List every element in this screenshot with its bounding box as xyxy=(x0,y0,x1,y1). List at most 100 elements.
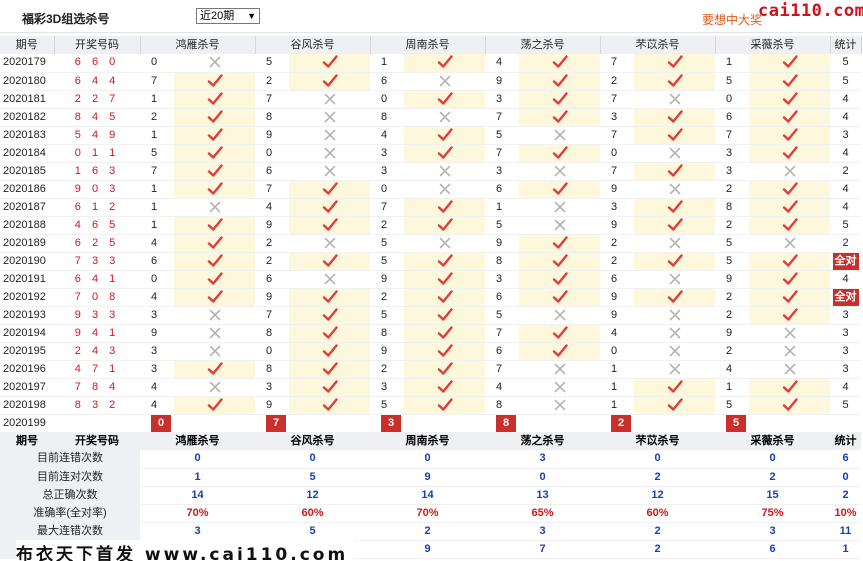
kill-hongyan-value: 1 xyxy=(140,198,174,217)
kill-zhounan-value: 8 xyxy=(370,324,404,343)
kill-gufeng-value: 9 xyxy=(255,396,289,415)
check-icon xyxy=(782,397,798,411)
kill-hongyan-result xyxy=(174,360,255,379)
table-row: 2020194 9 4 19887493 xyxy=(0,324,861,343)
check-icon xyxy=(322,289,338,303)
kill-caiwei-result xyxy=(749,270,830,289)
col-header-hongyan: 鸿雁杀号 xyxy=(140,36,256,54)
cross-icon xyxy=(324,165,336,177)
check-icon xyxy=(667,127,683,141)
check-icon xyxy=(322,199,338,213)
kill-zhounan-result xyxy=(404,234,485,253)
kill-dangzhi-value: 5 xyxy=(485,306,519,325)
kill-gufeng-result xyxy=(289,360,370,379)
kill-gufeng-value: 2 xyxy=(255,252,289,271)
kill-dangzhi-value: 3 xyxy=(485,270,519,289)
cross-icon xyxy=(669,237,681,249)
stats-fuyi-value: 60% xyxy=(600,504,715,523)
kill-dangzhi-result xyxy=(519,72,600,91)
kill-zhounan-result xyxy=(404,270,485,289)
check-icon xyxy=(437,325,453,339)
cross-icon xyxy=(439,237,451,249)
kill-fuyi-value: 9 xyxy=(600,180,634,199)
kill-caiwei-value: 9 xyxy=(715,324,749,343)
kill-caiwei-value: 6 xyxy=(715,108,749,127)
stats-zhounan-value: 2 xyxy=(370,522,485,541)
draw-numbers: 8 3 2 xyxy=(54,396,140,415)
kill-dangzhi-value: 4 xyxy=(485,54,519,73)
kill-hongyan-value: 3 xyxy=(140,360,174,379)
bottom-watermark: 布衣天下首发 www.cai110.com xyxy=(16,540,355,561)
kill-dangzhi-result xyxy=(519,378,600,397)
kill-fuyi-value: 3 xyxy=(600,108,634,127)
row-stat: 4 xyxy=(830,198,861,217)
draw-numbers: 6 4 1 xyxy=(54,270,140,289)
kill-zhounan-result xyxy=(404,144,485,163)
brand-logo[interactable]: cai110.com xyxy=(758,1,863,21)
draw-numbers: 7 8 4 xyxy=(54,378,140,397)
stats-col-caiwei: 采薇杀号 xyxy=(715,432,830,450)
check-icon xyxy=(667,289,683,303)
kill-fuyi-result xyxy=(634,90,715,109)
draw-numbers: 9 0 3 xyxy=(54,180,140,199)
all-correct-badge: 全对 xyxy=(832,288,859,305)
stats-label: 总正确次数 xyxy=(0,486,140,505)
col-header-gufeng: 谷风杀号 xyxy=(255,36,371,54)
issue-number: 2020191 xyxy=(0,270,54,289)
cross-icon xyxy=(209,201,221,213)
row-stat: 3 xyxy=(830,126,861,145)
current-kill-caiwei: 5 xyxy=(726,414,746,431)
stats-caiwei-value: 75% xyxy=(715,504,830,523)
kill-fuyi-result xyxy=(634,252,715,271)
cross-icon xyxy=(324,93,336,105)
kill-fuyi-result xyxy=(634,324,715,343)
check-icon xyxy=(207,289,223,303)
kill-dangzhi-value: 5 xyxy=(485,126,519,145)
stats-label: 准确率(全对率) xyxy=(0,504,140,523)
kill-dangzhi-result xyxy=(519,180,600,199)
kill-caiwei-value: 8 xyxy=(715,198,749,217)
check-icon xyxy=(207,145,223,159)
check-icon xyxy=(782,307,798,321)
stats-col-gufeng: 谷风杀号 xyxy=(255,432,370,450)
row-stat: 5 xyxy=(830,72,861,91)
kill-fuyi-result xyxy=(634,378,715,397)
row-stat: 2 xyxy=(830,234,861,253)
kill-fuyi-value: 1 xyxy=(600,396,634,415)
kill-hongyan-value: 1 xyxy=(140,126,174,145)
cross-icon xyxy=(554,381,566,393)
kill-hongyan-result xyxy=(174,180,255,199)
kill-gufeng-result xyxy=(289,144,370,163)
kill-zhounan-value: 2 xyxy=(370,288,404,307)
kill-zhounan-value: 0 xyxy=(370,180,404,199)
stats-header: 期号 开奖号码 鸿雁杀号 谷风杀号 周南杀号 荡之杀号 芣苡杀号 采薇杀号 统计 xyxy=(0,432,861,450)
kill-zhounan-value: 3 xyxy=(370,162,404,181)
kill-gufeng-result xyxy=(289,72,370,91)
period-select[interactable]: 近20期 ▼ xyxy=(196,8,260,24)
kill-zhounan-result xyxy=(404,162,485,181)
kill-dangzhi-value: 8 xyxy=(485,396,519,415)
kill-gufeng-value: 2 xyxy=(255,72,289,91)
kill-zhounan-value: 9 xyxy=(370,342,404,361)
kill-caiwei-result xyxy=(749,72,830,91)
kill-caiwei-result xyxy=(749,342,830,361)
check-icon xyxy=(207,361,223,375)
stats-zhounan-value: 9 xyxy=(370,468,485,487)
kill-caiwei-value: 2 xyxy=(715,306,749,325)
cross-icon xyxy=(439,111,451,123)
cross-icon xyxy=(209,381,221,393)
check-icon xyxy=(322,73,338,87)
promo-link[interactable]: 要想中大奖 xyxy=(702,11,762,28)
col-header-numbers: 开奖号码 xyxy=(54,36,141,54)
kill-fuyi-value: 4 xyxy=(600,324,634,343)
kill-hongyan-value: 1 xyxy=(140,90,174,109)
stats-gufeng-value: 0 xyxy=(255,450,370,469)
kill-fuyi-value: 0 xyxy=(600,342,634,361)
draw-numbers: 5 4 9 xyxy=(54,126,140,145)
stats-hongyan-value: 3 xyxy=(140,522,255,541)
check-icon xyxy=(322,361,338,375)
row-stat: 4 xyxy=(830,108,861,127)
kill-gufeng-result xyxy=(289,162,370,181)
cross-icon xyxy=(669,183,681,195)
kill-fuyi-value: 3 xyxy=(600,198,634,217)
